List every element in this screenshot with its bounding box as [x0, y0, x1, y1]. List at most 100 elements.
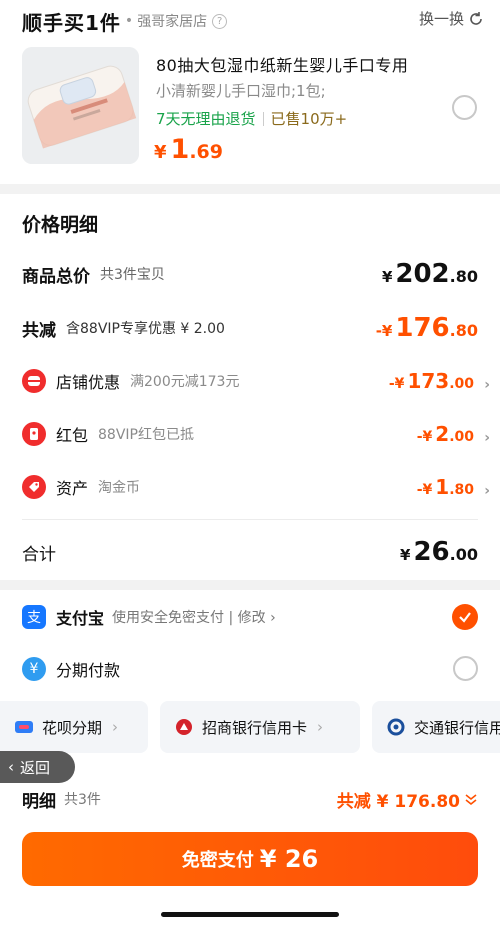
store-discount-decimal: .00 [449, 376, 474, 392]
alipay-option[interactable]: 支 支付宝 使用安全免密支付 | 修改 › [22, 602, 478, 632]
store-coupon-icon [22, 369, 46, 393]
help-icon[interactable]: ? [212, 13, 228, 29]
chevron-right-icon: › [484, 377, 490, 393]
price-decimal: .69 [189, 141, 223, 163]
chevron-right-icon: › [484, 430, 490, 446]
installment-option[interactable]: ¥ 分期付款 [22, 654, 478, 684]
shop-header: 顺手买1件 • 强哥家居店 ? [22, 6, 482, 36]
back-button[interactable]: ‹ 返回 [0, 751, 75, 783]
chevron-left-icon: ‹ [8, 758, 14, 776]
shop-name[interactable]: 强哥家居店 [137, 11, 207, 31]
alipay-label: 支付宝 [56, 609, 105, 628]
price-integer: 1 [170, 134, 190, 165]
detail-label: 明细 [22, 791, 56, 812]
product-image[interactable] [22, 47, 139, 164]
chevron-right-icon: › [484, 483, 490, 499]
return-policy-tag: 7天无理由退货 [156, 110, 256, 128]
swap-label: 换一换 [418, 10, 464, 28]
bocom-bank-icon [386, 717, 406, 737]
detail-reduction[interactable]: 共减 ¥ 176.80 [337, 787, 478, 812]
tag-divider [262, 111, 264, 126]
installment-icon: ¥ [22, 657, 46, 681]
pay-button-label: 免密支付 [181, 850, 254, 871]
pay-button-amount: ¥ 26 [259, 845, 319, 873]
reduction-label: 共减 [22, 320, 56, 341]
grand-total-decimal: .00 [449, 545, 478, 564]
detail-summary-row[interactable]: 明细 共3件 共减 ¥ 176.80 [22, 784, 478, 814]
assets-label: 资产 [56, 479, 89, 498]
home-indicator[interactable] [161, 912, 339, 917]
total-price-amount: ¥ 202 .80 [382, 259, 478, 289]
store-discount-amount: -¥ 173 .00 › [388, 369, 490, 393]
product-spec[interactable]: 小清新婴儿手口湿巾;1包; [156, 80, 326, 101]
red-packet-currency: -¥ [416, 429, 433, 445]
red-packet-decimal: .00 [449, 429, 474, 445]
total-price-row: 商品总价 共3件宝贝 ¥ 202 .80 [22, 258, 478, 290]
refresh-icon [470, 11, 482, 25]
chip-cmb[interactable]: 招商银行信用卡 › [160, 701, 360, 753]
grand-total-label: 合计 [22, 544, 56, 565]
reduction-integer: 176 [395, 313, 450, 343]
alipay-icon: 支 [22, 605, 46, 629]
red-packet-integer: 2 [435, 422, 450, 446]
store-discount-sub: 满200元减173元 [130, 374, 240, 390]
sold-count-tag: 已售10万+ [270, 110, 348, 128]
red-packet-amount: -¥ 2 .00 › [416, 422, 490, 446]
assets-amount: -¥ 1 .80 › [416, 475, 490, 499]
store-discount-row[interactable]: 店铺优惠 满200元减173元 -¥ 173 .00 › [22, 365, 490, 397]
total-decimal: .80 [449, 267, 478, 286]
grand-total-currency: ¥ [400, 546, 411, 564]
red-packet-sub: 88VIP红包已抵 [98, 427, 194, 443]
huabei-icon [14, 717, 34, 737]
reduction-sub: 含88VIP专享优惠 ¥ 2.00 [66, 321, 225, 337]
red-packet-row[interactable]: 红包 88VIP红包已抵 -¥ 2 .00 › [22, 418, 490, 450]
reduction-amount: -¥ 176 .80 [376, 313, 478, 343]
installment-label: 分期付款 [56, 661, 121, 680]
chip-huabei[interactable]: 花呗分期 › [0, 701, 148, 753]
tag-coin-icon [22, 475, 46, 499]
password-free-pay-button[interactable]: 免密支付 ¥ 26 [22, 832, 478, 886]
chevron-right-icon: › [112, 718, 119, 736]
total-price-label: 商品总价 [22, 266, 90, 287]
installment-channels: 花呗分期 › 招商银行信用卡 › 交通银行信用 [0, 701, 500, 753]
alipay-sub[interactable]: 使用安全免密支付 | 修改 › [112, 607, 276, 627]
price-detail-card: 价格明细 商品总价 共3件宝贝 ¥ 202 .80 共减 含88VIP专享优惠 … [0, 194, 500, 580]
chip-huabei-label: 花呗分期 [42, 718, 103, 737]
reduction-decimal: .80 [449, 321, 478, 340]
addon-title: 顺手买1件 [22, 10, 121, 35]
assets-row[interactable]: 资产 淘金币 -¥ 1 .80 › [22, 471, 490, 503]
chevron-right-icon: › [317, 718, 324, 736]
total-integer: 202 [395, 259, 450, 289]
payment-method-card: 支 支付宝 使用安全免密支付 | 修改 › ¥ 分期付款 花呗分期 › 招商银行… [0, 590, 500, 770]
assets-integer: 1 [435, 475, 450, 499]
store-discount-currency: -¥ [388, 376, 405, 392]
red-packet-icon [22, 422, 46, 446]
total-currency: ¥ [381, 268, 393, 286]
assets-decimal: .80 [449, 482, 474, 498]
divider [22, 519, 478, 520]
cmb-bank-icon [174, 717, 194, 737]
reduction-currency: -¥ [375, 322, 393, 340]
assets-currency: -¥ [416, 482, 433, 498]
grand-total-row: 合计 ¥ 26 .00 [22, 536, 478, 568]
swap-button[interactable]: 换一换 [419, 8, 484, 29]
price-detail-title: 价格明细 [22, 214, 99, 236]
back-label: 返回 [20, 758, 51, 777]
shop-separator: • [124, 13, 134, 29]
wet-wipes-package-image [22, 47, 139, 164]
product-title[interactable]: 80抽大包湿巾纸新生婴儿手口专用 [156, 52, 408, 76]
product-tags: 7天无理由退货 已售10万+ [156, 108, 347, 129]
total-reduction-row: 共减 含88VIP专享优惠 ¥ 2.00 -¥ 176 .80 [22, 312, 478, 344]
grand-total-amount: ¥ 26 .00 [400, 537, 478, 567]
assets-sub: 淘金币 [98, 480, 141, 496]
product-price: ¥ 1 .69 [154, 134, 223, 165]
product-select-radio[interactable] [452, 95, 477, 120]
price-currency: ¥ [154, 142, 167, 163]
chip-bocom-label: 交通银行信用 [414, 718, 500, 737]
installment-radio[interactable] [453, 656, 478, 681]
chip-bocom[interactable]: 交通银行信用 [372, 701, 500, 753]
checkmark-icon[interactable] [452, 604, 478, 630]
addon-product-card: 顺手买1件 • 强哥家居店 ? 换一换 80抽大包湿巾纸新生婴儿手口专用 小清新… [0, 0, 500, 184]
detail-count: 共3件 [64, 792, 101, 808]
red-packet-label: 红包 [56, 426, 89, 445]
